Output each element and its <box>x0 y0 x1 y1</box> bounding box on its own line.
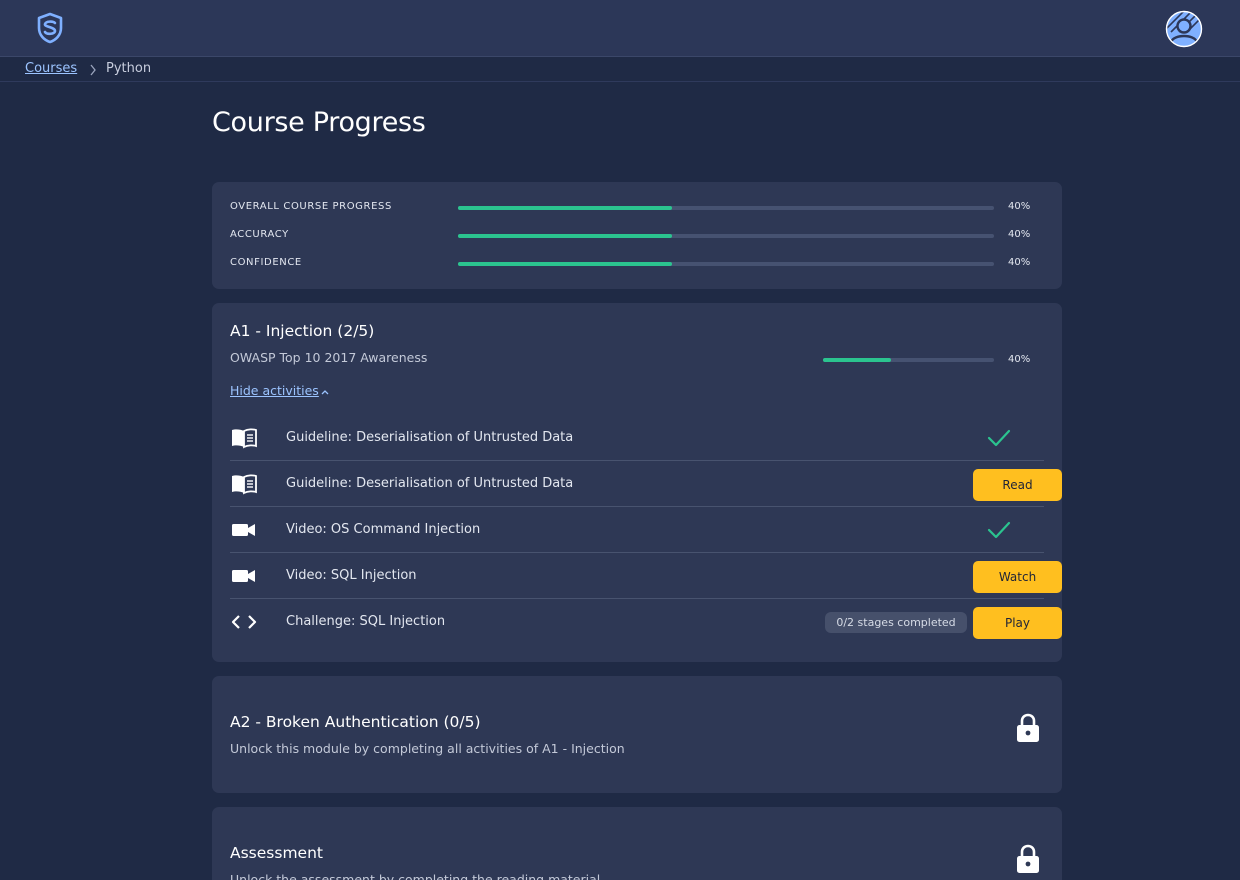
code-icon <box>231 615 257 629</box>
activity-label: Video: SQL Injection <box>286 568 417 583</box>
module-card-a1-injection: A1 - Injection (2/5) OWASP Top 10 2017 A… <box>212 303 1062 662</box>
breadcrumb-link-courses[interactable]: Courses <box>25 61 77 76</box>
assessment-title: Assessment <box>230 844 323 862</box>
progress-bar <box>458 234 994 238</box>
metric-accuracy: ACCURACY 40% <box>230 229 1044 243</box>
breadcrumb-current: Python <box>106 61 152 76</box>
progress-percent: 40% <box>1008 257 1031 268</box>
module-subtitle: Unlock this module by completing all act… <box>230 741 625 756</box>
metric-label: ACCURACY <box>230 229 289 240</box>
shield-logo-icon[interactable] <box>36 12 64 44</box>
activity-row: Video: SQL Injection Watch <box>230 553 1062 599</box>
activity-label: Guideline: Deserialisation of Untrusted … <box>286 430 574 445</box>
video-icon <box>232 570 255 582</box>
metric-confidence: CONFIDENCE 40% <box>230 257 1044 271</box>
stages-completed-badge: 0/2 stages completed <box>825 612 967 633</box>
activity-label: Challenge: SQL Injection <box>286 614 446 629</box>
module-progress-percent: 40% <box>1008 354 1031 365</box>
checkmark-icon <box>987 429 1011 447</box>
metric-label: CONFIDENCE <box>230 257 302 268</box>
top-navigation-bar <box>0 0 1240 57</box>
checkmark-icon <box>987 521 1011 539</box>
read-button[interactable]: Read <box>973 469 1062 501</box>
hide-activities-link[interactable]: Hide activities <box>230 383 319 398</box>
progress-bar-fill <box>458 234 673 238</box>
video-icon <box>232 524 255 536</box>
module-subtitle: OWASP Top 10 2017 Awareness <box>230 350 428 365</box>
overall-progress-card: OVERALL COURSE PROGRESS 40% ACCURACY 40%… <box>212 182 1062 289</box>
progress-bar-fill <box>458 262 673 266</box>
lock-icon <box>1017 844 1039 873</box>
breadcrumb: Courses Python <box>0 58 1240 82</box>
progress-bar-fill <box>458 206 673 210</box>
user-avatar-icon[interactable] <box>1165 10 1203 48</box>
activity-row: Guideline: Deserialisation of Untrusted … <box>230 415 1044 461</box>
assessment-card: Assessment Unlock the assessment by comp… <box>212 807 1062 880</box>
module-progress-bar <box>823 358 994 362</box>
metric-overall-course-progress: OVERALL COURSE PROGRESS 40% <box>230 201 1044 215</box>
chevron-right-icon <box>90 64 96 76</box>
activity-row: Challenge: SQL Injection 0/2 stages comp… <box>230 599 1062 645</box>
progress-bar-fill <box>823 358 892 362</box>
activity-row: Video: OS Command Injection <box>230 507 1044 553</box>
watch-button[interactable]: Watch <box>973 561 1062 593</box>
module-title: A2 - Broken Authentication (0/5) <box>230 713 481 731</box>
progress-bar <box>458 262 994 266</box>
lock-icon <box>1017 713 1039 742</box>
progress-percent: 40% <box>1008 229 1031 240</box>
module-card-a2-broken-authentication: A2 - Broken Authentication (0/5) Unlock … <box>212 676 1062 793</box>
activity-label: Video: OS Command Injection <box>286 522 481 537</box>
progress-bar <box>458 206 994 210</box>
activity-row: Guideline: Deserialisation of Untrusted … <box>230 461 1062 507</box>
module-title: A1 - Injection (2/5) <box>230 322 375 340</box>
play-button[interactable]: Play <box>973 607 1062 639</box>
chevron-up-icon[interactable] <box>320 386 330 398</box>
assessment-subtitle: Unlock the assessment by completing the … <box>230 872 601 880</box>
progress-percent: 40% <box>1008 201 1031 212</box>
book-icon <box>232 474 257 495</box>
activity-label: Guideline: Deserialisation of Untrusted … <box>286 476 574 491</box>
book-icon <box>232 428 257 449</box>
page-title: Course Progress <box>212 107 426 138</box>
metric-label: OVERALL COURSE PROGRESS <box>230 201 392 212</box>
